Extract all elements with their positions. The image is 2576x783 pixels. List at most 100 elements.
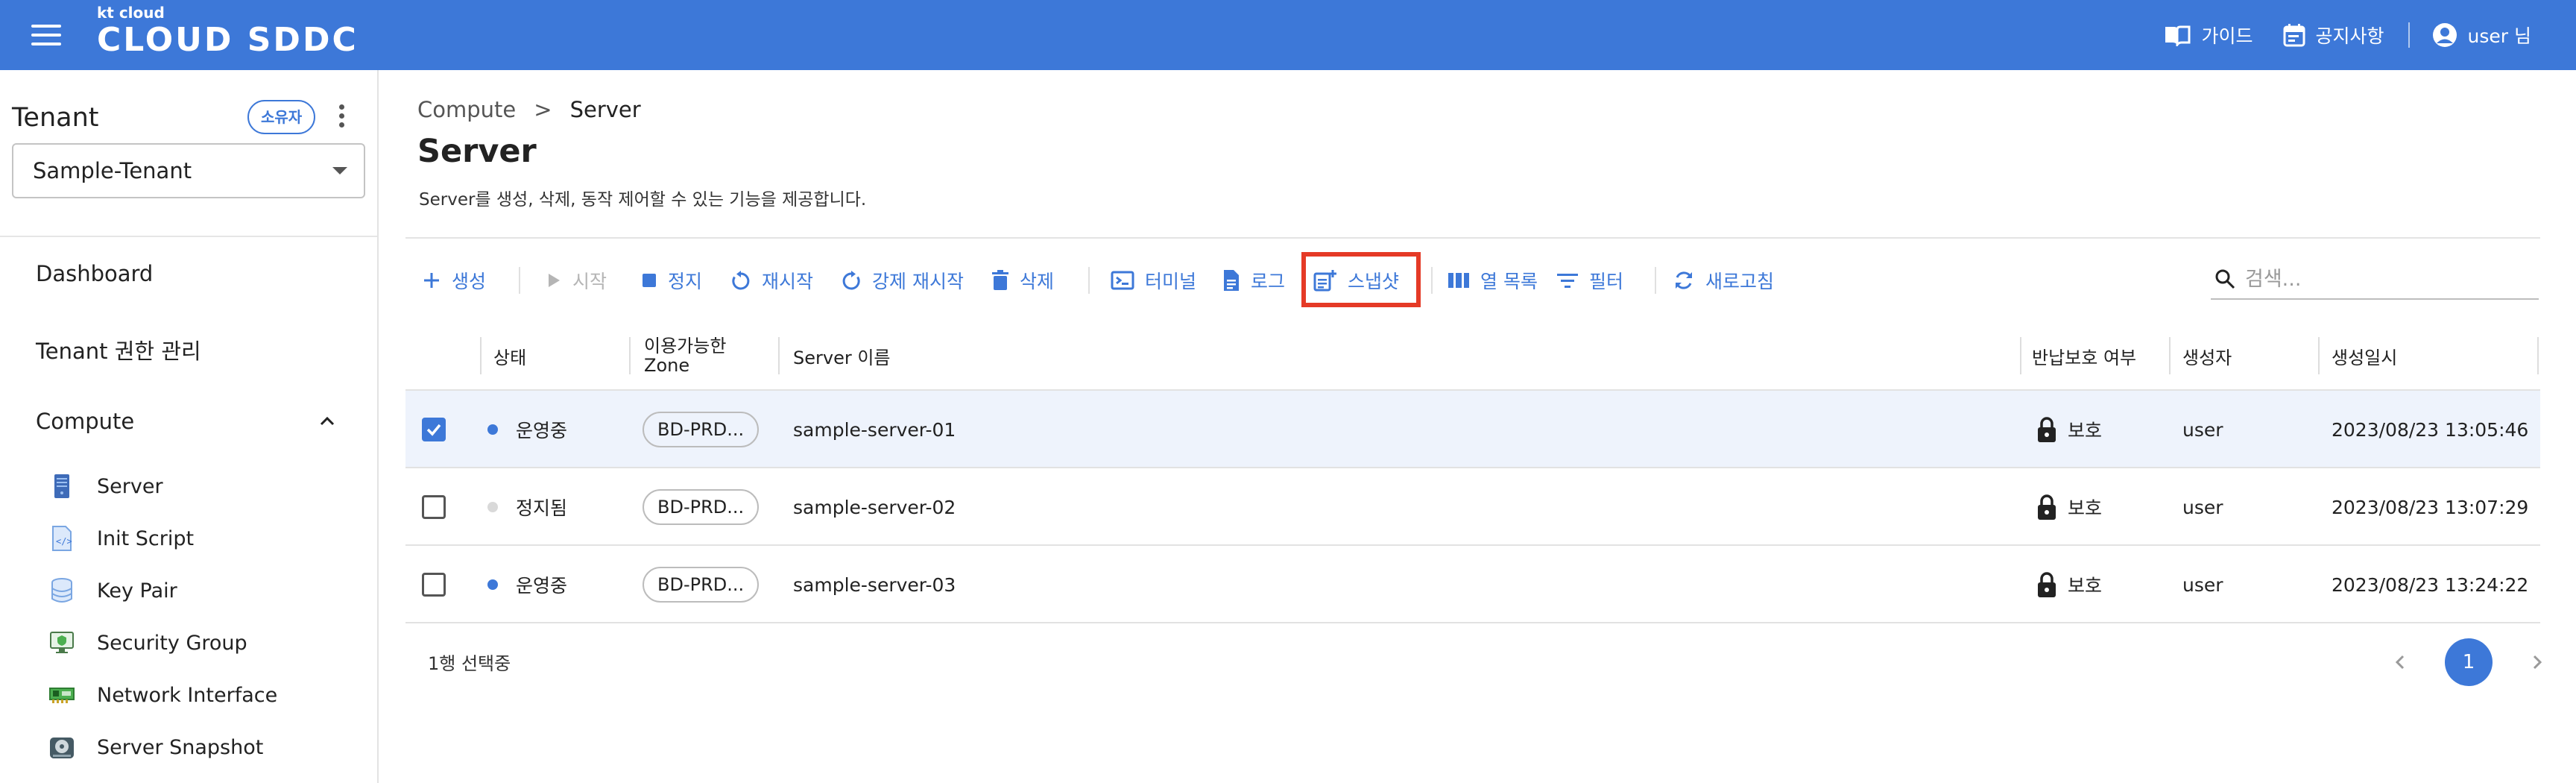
search-input[interactable] — [2245, 267, 2528, 291]
force-restart-button[interactable]: 강제 재시작 — [841, 264, 964, 297]
database-icon — [49, 578, 75, 603]
force-restart-icon — [842, 271, 860, 290]
play-icon — [549, 274, 560, 287]
create-button[interactable]: 생성 — [422, 264, 486, 297]
column-header-name[interactable]: Server 이름 — [793, 322, 891, 389]
creator-cell: user — [2182, 496, 2223, 518]
sidebar-item-label: Server — [97, 474, 163, 498]
sidebar-item-server-snapshot[interactable]: Server Snapshot — [49, 729, 263, 765]
sidebar-item-init-script[interactable]: </> Init Script — [49, 521, 194, 556]
notice-link[interactable]: 공지사항 — [2283, 22, 2384, 48]
column-header-zone[interactable]: 이용가능한 Zone — [644, 322, 726, 389]
sidebar-item-network-interface[interactable]: Network Interface — [49, 677, 277, 713]
filter-button[interactable]: 필터 — [1556, 264, 1623, 297]
logo[interactable]: kt cloud CLOUD SDDC — [97, 4, 359, 60]
tenant-select[interactable]: Sample-Tenant — [12, 143, 365, 198]
stop-button[interactable]: 정지 — [641, 264, 702, 297]
table-row[interactable]: 운영중 BD-PRD... sample-server-01 보호 user 2023/0… — [405, 389, 2540, 467]
protect-cell: 보호 — [2036, 546, 2102, 623]
table-row[interactable]: 운영중 BD-PRD... sample-server-03 보호 user 2023/0… — [405, 544, 2540, 622]
creator-cell: user — [2182, 418, 2223, 441]
table-row[interactable]: 정지됨 BD-PRD... sample-server-02 보호 user 2023/0… — [405, 467, 2540, 544]
zone-chip[interactable]: BD-PRD... — [643, 489, 760, 525]
column-separator — [629, 337, 631, 374]
log-label: 로그 — [1251, 271, 1286, 292]
sidebar-item-key-pair[interactable]: Key Pair — [49, 573, 177, 609]
sidebar-item-tenant-permissions[interactable]: Tenant 권한 관리 — [36, 334, 201, 365]
server-name-cell[interactable]: sample-server-03 — [793, 546, 956, 623]
guide-link[interactable]: 가이드 — [2164, 22, 2253, 48]
owner-badge: 소유자 — [247, 100, 316, 134]
document-icon — [1224, 270, 1239, 291]
more-vert-icon[interactable] — [334, 103, 349, 133]
terminal-icon — [1111, 271, 1134, 290]
column-separator — [2020, 337, 2021, 374]
created-cell: 2023/08/23 13:07:29 — [2332, 496, 2529, 518]
start-button[interactable]: 시작 — [546, 264, 607, 297]
log-button[interactable]: 로그 — [1222, 264, 1285, 297]
sidebar-item-compute[interactable]: Compute — [36, 409, 134, 434]
plus-icon — [424, 273, 439, 288]
server-name-cell[interactable]: sample-server-02 — [793, 468, 956, 546]
create-label: 생성 — [452, 271, 487, 292]
column-separator — [2537, 337, 2539, 374]
sidebar-item-security-group[interactable]: Security Group — [49, 625, 247, 661]
breadcrumb-current: Server — [569, 97, 641, 122]
sidebar-divider — [0, 236, 377, 237]
row-checkbox[interactable] — [422, 495, 446, 519]
content-divider — [405, 237, 2540, 239]
snapshot-highlight-box — [1301, 252, 1421, 307]
refresh-button[interactable]: 새로고침 — [1673, 264, 1774, 297]
restart-button[interactable]: 재시작 — [730, 264, 813, 297]
sidebar-item-dashboard[interactable]: Dashboard — [36, 261, 153, 286]
menu-icon[interactable] — [31, 25, 61, 45]
zone-cell: BD-PRD... — [643, 546, 760, 623]
restart-icon — [732, 271, 750, 290]
zone-cell: BD-PRD... — [643, 468, 760, 546]
delete-button[interactable]: 삭제 — [991, 264, 1054, 297]
chevron-up-icon[interactable] — [319, 413, 335, 430]
page-button-current[interactable]: 1 — [2445, 638, 2493, 686]
protect-text: 보호 — [2068, 420, 2103, 441]
stop-label: 정지 — [668, 271, 703, 292]
page-title: Server — [417, 133, 537, 170]
table-bottom-border — [405, 622, 2540, 623]
sidebar-item-server[interactable]: Server — [49, 468, 163, 504]
columns-button[interactable]: 열 목록 — [1448, 264, 1538, 297]
created-cell: 2023/08/23 13:05:46 — [2332, 418, 2529, 441]
toolbar-divider — [1088, 267, 1090, 294]
prev-page-button[interactable] — [2385, 647, 2415, 677]
script-file-icon: </> — [49, 526, 75, 551]
row-checkbox[interactable] — [422, 418, 446, 441]
breadcrumb: Compute > Server — [417, 97, 641, 122]
search-field[interactable] — [2211, 260, 2539, 300]
breadcrumb-parent[interactable]: Compute — [417, 97, 516, 122]
zone-chip[interactable]: BD-PRD... — [643, 567, 760, 603]
protect-text: 보호 — [2068, 575, 2103, 597]
toolbar-divider — [519, 267, 520, 294]
terminal-label: 터미널 — [1145, 271, 1197, 292]
column-header-creator[interactable]: 생성자 — [2182, 322, 2232, 389]
stop-icon — [643, 274, 656, 287]
zone-header-line1: 이용가능한 — [644, 336, 727, 356]
status-text: 운영중 — [516, 420, 568, 441]
check-icon — [426, 424, 441, 436]
terminal-button[interactable]: 터미널 — [1111, 264, 1196, 297]
sidebar-item-label: Network Interface — [97, 683, 278, 707]
protect-cell: 보호 — [2036, 468, 2102, 546]
refresh-icon — [1676, 271, 1692, 289]
user-menu[interactable]: user 님 — [2432, 22, 2531, 48]
columns-label: 열 목록 — [1480, 271, 1538, 292]
zone-cell: BD-PRD... — [643, 391, 760, 468]
server-name-cell[interactable]: sample-server-01 — [793, 391, 956, 468]
column-header-protect[interactable]: 반납보호 여부 — [2032, 322, 2136, 389]
row-checkbox[interactable] — [422, 573, 446, 597]
server-icon — [49, 474, 75, 499]
lock-icon — [2038, 417, 2056, 442]
top-app-bar: kt cloud CLOUD SDDC 가이드 공지사항 user 님 — [0, 0, 2576, 70]
next-page-button[interactable] — [2522, 647, 2552, 677]
column-header-status[interactable]: 상태 — [493, 322, 526, 389]
zone-chip[interactable]: BD-PRD... — [643, 412, 760, 447]
column-header-created[interactable]: 생성일시 — [2332, 322, 2397, 389]
chevron-left-icon — [2395, 655, 2405, 670]
